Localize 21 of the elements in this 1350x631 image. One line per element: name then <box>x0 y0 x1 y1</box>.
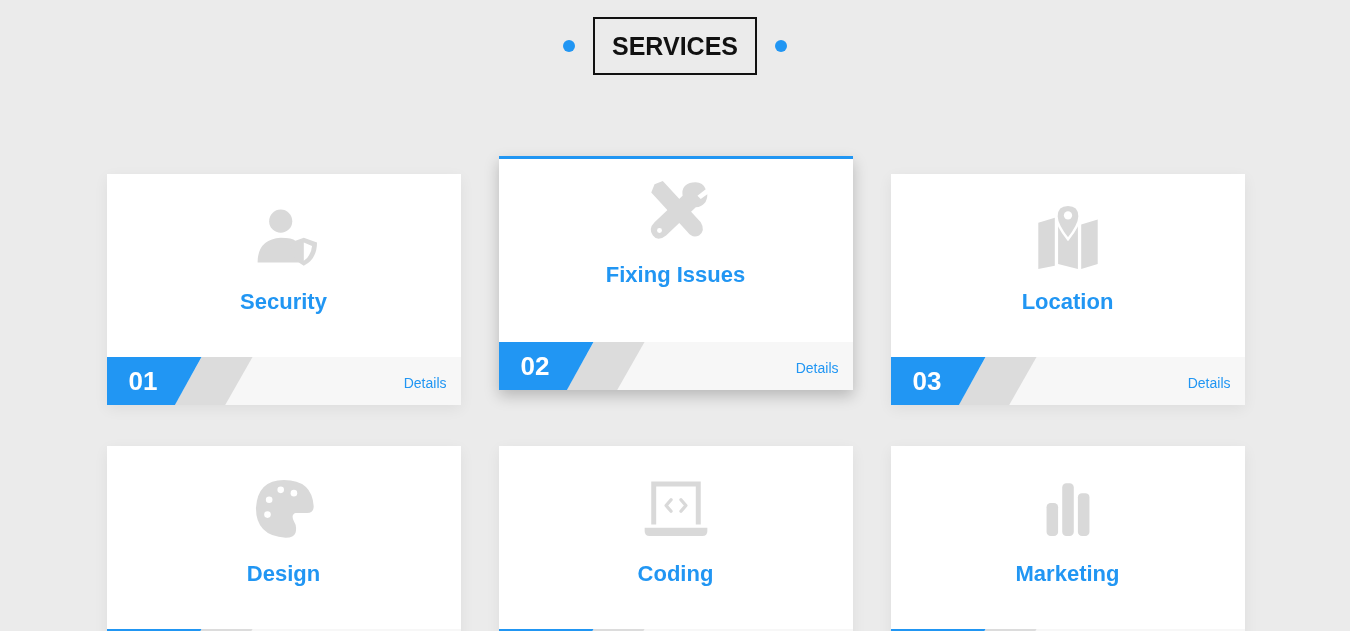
dot-ornament <box>563 40 575 52</box>
details-link[interactable]: Details <box>403 375 447 391</box>
service-card[interactable]: Marketing <box>890 446 1245 631</box>
details-link[interactable]: Details <box>795 360 839 376</box>
card-number: 02 <box>520 350 550 382</box>
card-title: Fixing Issues <box>605 262 746 288</box>
card-number: 01 <box>128 365 158 397</box>
service-card[interactable]: Security 01 Details <box>106 174 461 405</box>
details-link[interactable]: Details <box>1187 375 1231 391</box>
service-card[interactable]: Coding <box>498 446 853 631</box>
service-card[interactable]: Location 03 Details <box>890 174 1245 405</box>
section-title: SERVICES <box>593 17 757 75</box>
card-title: Location <box>1021 289 1114 315</box>
card-title: Security <box>240 289 327 315</box>
dot-ornament <box>775 40 787 52</box>
service-card[interactable]: Design <box>106 446 461 631</box>
card-title: Design <box>246 561 321 587</box>
card-number: 03 <box>912 365 942 397</box>
card-title: Coding <box>637 561 714 587</box>
service-card[interactable]: Fixing Issues 02 Details <box>498 156 853 390</box>
card-title: Marketing <box>1015 561 1120 587</box>
